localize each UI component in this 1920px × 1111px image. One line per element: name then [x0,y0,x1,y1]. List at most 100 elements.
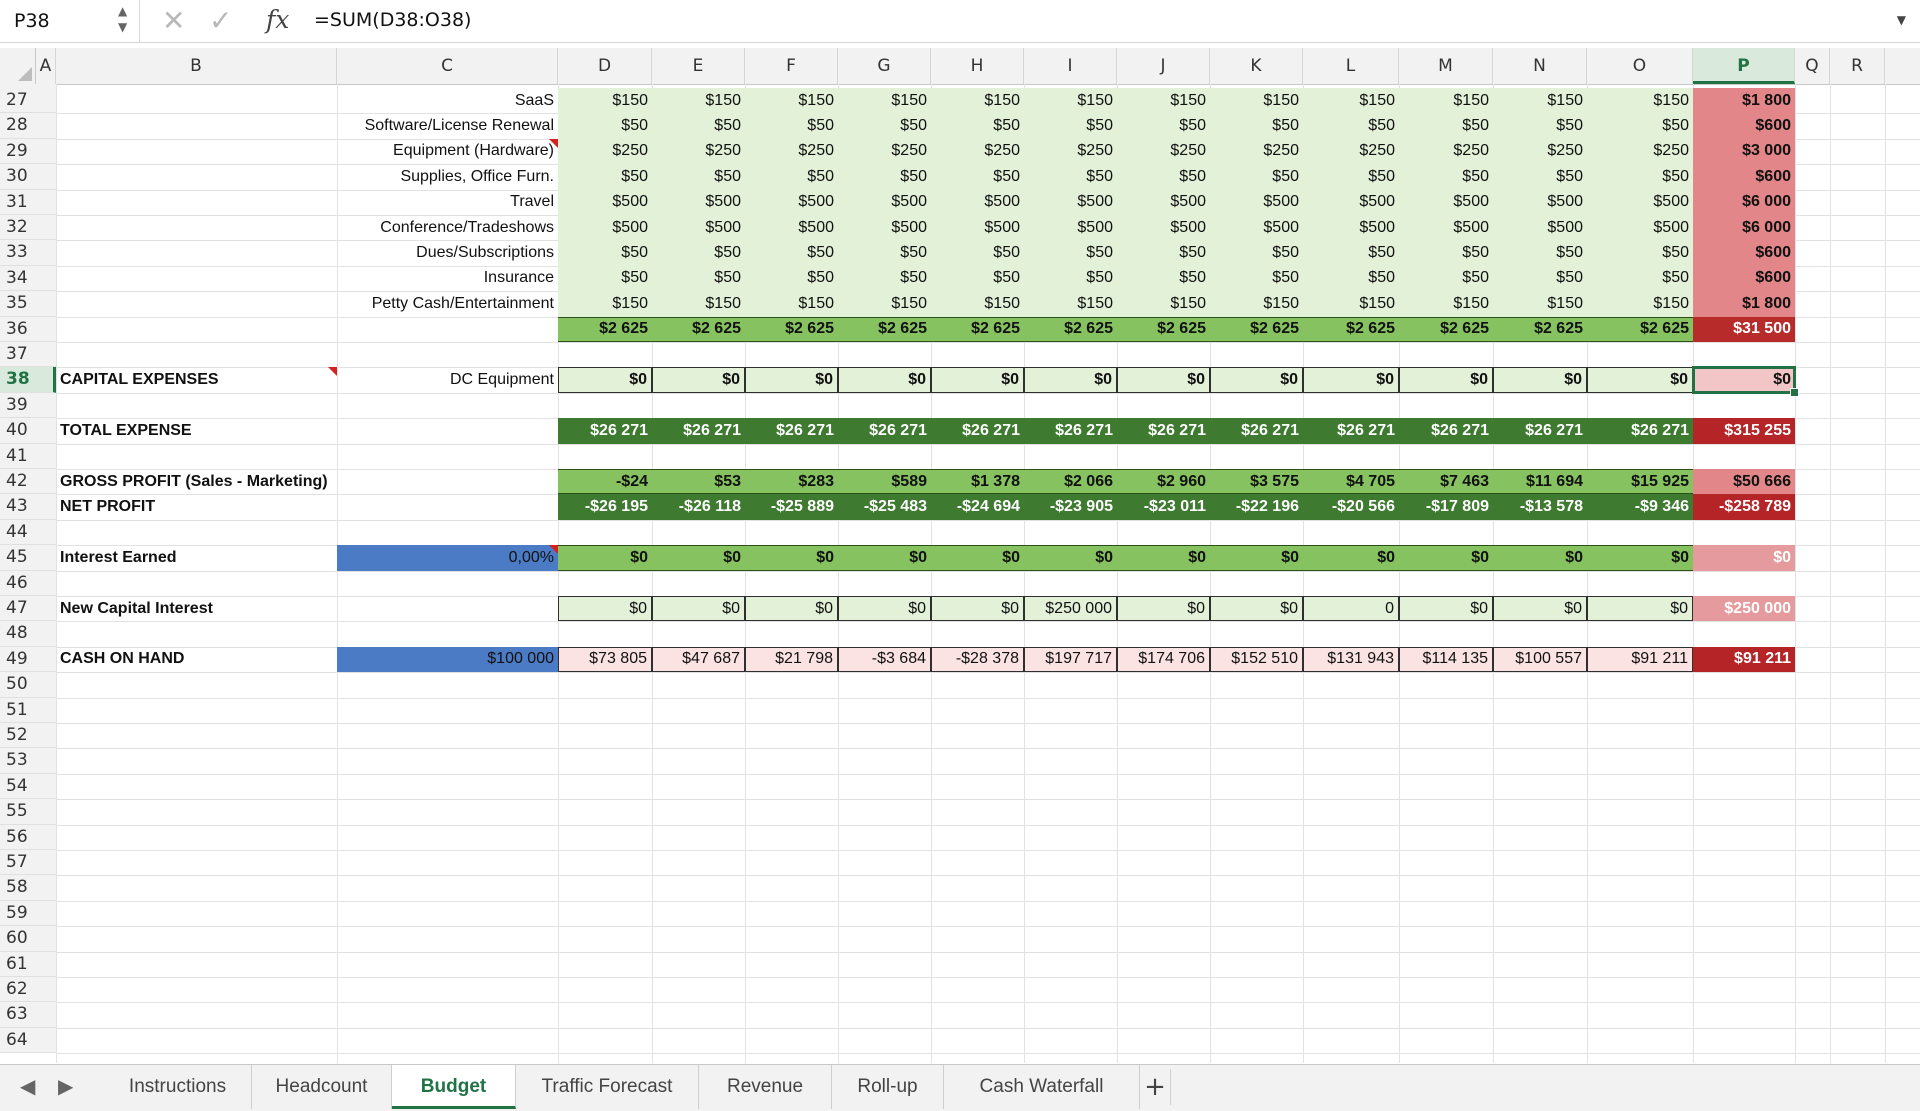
subtotal-cell[interactable]: $2 625 [1587,316,1693,342]
gross-profit-cell[interactable]: $4 705 [1303,469,1399,495]
value-cell[interactable]: $150 [745,88,838,114]
row-header-31[interactable]: 31 [0,190,56,215]
row-header-62[interactable]: 62 [0,977,56,1003]
capital-cell[interactable]: $0 [931,367,1024,393]
value-cell[interactable]: $500 [931,189,1024,215]
value-cell[interactable]: $50 [1024,240,1117,266]
subtotal-cell[interactable]: $2 625 [1493,316,1587,342]
value-cell[interactable]: $150 [652,88,745,114]
value-cell[interactable]: $150 [1493,291,1587,317]
row-header-55[interactable]: 55 [0,799,56,825]
net-profit-cell[interactable]: -$23 905 [1024,494,1117,520]
column-header-i[interactable]: I [1024,48,1117,84]
starting-cash-input[interactable]: $100 000 [337,646,558,673]
value-cell[interactable]: $500 [1210,189,1303,215]
interest-cell[interactable]: $0 [838,545,931,571]
cash-total-cell[interactable]: $91 211 [1693,646,1795,673]
column-header-j[interactable]: J [1117,48,1210,84]
total-cell[interactable]: $1 800 [1693,88,1795,114]
value-cell[interactable]: $50 [558,113,652,139]
interest-cell[interactable]: $0 [558,545,652,571]
value-cell[interactable]: $50 [1587,240,1693,266]
total-expense-cell[interactable]: $26 271 [1303,418,1399,444]
value-cell[interactable]: $50 [931,240,1024,266]
new-capital-cell[interactable]: $0 [652,596,745,622]
row-header-34[interactable]: 34 [0,266,56,292]
interest-cell[interactable]: $0 [1210,545,1303,571]
value-cell[interactable]: $50 [1024,265,1117,292]
value-cell[interactable]: $500 [745,189,838,215]
total-expense-label[interactable]: TOTAL EXPENSE [56,418,337,443]
value-cell[interactable]: $50 [1303,113,1399,139]
value-cell[interactable]: $50 [652,164,745,190]
value-cell[interactable]: $250 [1117,138,1210,165]
cash-cell[interactable]: $73 805 [558,646,652,673]
column-header-p[interactable]: P [1693,48,1795,84]
value-cell[interactable]: $250 [838,138,931,165]
value-cell[interactable]: $50 [838,164,931,190]
total-cell[interactable]: $6 000 [1693,215,1795,241]
row-header-54[interactable]: 54 [0,774,56,800]
row-label-cell[interactable]: Dues/Subscriptions [337,240,558,265]
column-header-b[interactable]: B [56,48,337,84]
column-header-n[interactable]: N [1493,48,1587,84]
gross-profit-cell[interactable]: $2 960 [1117,469,1210,495]
cash-cell[interactable]: -$28 378 [931,646,1024,673]
value-cell[interactable]: $50 [745,265,838,292]
row-header-38[interactable]: 38 [0,367,56,393]
value-cell[interactable]: $50 [1210,240,1303,266]
row-header-33[interactable]: 33 [0,240,56,266]
value-cell[interactable]: $50 [1303,164,1399,190]
value-cell[interactable]: $500 [745,215,838,241]
value-cell[interactable]: $250 [1587,138,1693,165]
tab-next-icon[interactable]: ▶ [58,1074,73,1098]
row-header-45[interactable]: 45 [0,545,56,571]
tab-budget[interactable]: Budget [392,1065,516,1109]
value-cell[interactable]: $50 [652,240,745,266]
total-expense-cell[interactable]: $26 271 [652,418,745,444]
subtotal-cell[interactable]: $2 625 [1024,316,1117,342]
row-header-50[interactable]: 50 [0,672,56,698]
value-cell[interactable]: $50 [1399,164,1493,190]
column-header-l[interactable]: L [1303,48,1399,84]
formula-input[interactable]: =SUM(D38:O38) [314,9,471,31]
total-cell[interactable]: $6 000 [1693,189,1795,215]
column-header-d[interactable]: D [558,48,652,84]
row-header-32[interactable]: 32 [0,215,56,241]
new-capital-cell[interactable]: 0 [1303,596,1399,622]
net-profit-cell[interactable]: -$22 196 [1210,494,1303,520]
capital-cell[interactable]: $0 [838,367,931,393]
value-cell[interactable]: $50 [838,240,931,266]
subtotal-cell[interactable]: $2 625 [652,316,745,342]
new-capital-cell[interactable]: $0 [1399,596,1493,622]
total-expense-cell[interactable]: $26 271 [1399,418,1493,444]
row-header-52[interactable]: 52 [0,723,56,749]
value-cell[interactable]: $50 [745,164,838,190]
value-cell[interactable]: $50 [1587,164,1693,190]
value-cell[interactable]: $50 [1587,265,1693,292]
value-cell[interactable]: $50 [931,164,1024,190]
row-header-37[interactable]: 37 [0,342,56,368]
column-header-o[interactable]: O [1587,48,1693,84]
interest-rate-input[interactable]: 0,00% [337,545,558,571]
row-label-cell[interactable]: Travel [337,190,558,215]
value-cell[interactable]: $500 [1024,215,1117,241]
selected-cell-outline[interactable] [1692,366,1796,394]
net-profit-total-cell[interactable]: -$258 789 [1693,494,1795,520]
value-cell[interactable]: $150 [838,88,931,114]
subtotal-cell[interactable]: $2 625 [931,316,1024,342]
value-cell[interactable]: $150 [1399,88,1493,114]
new-capital-total-cell[interactable]: $250 000 [1693,596,1795,622]
interest-cell[interactable]: $0 [1303,545,1399,571]
interest-cell[interactable]: $0 [652,545,745,571]
name-box-value[interactable]: P38 [14,10,50,32]
value-cell[interactable]: $500 [838,215,931,241]
capital-cell[interactable]: $0 [1493,367,1587,393]
value-cell[interactable]: $250 [1399,138,1493,165]
value-cell[interactable]: $50 [1399,265,1493,292]
value-cell[interactable]: $50 [1210,113,1303,139]
cash-cell[interactable]: $21 798 [745,646,838,673]
total-expense-cell[interactable]: $26 271 [1493,418,1587,444]
value-cell[interactable]: $500 [1493,215,1587,241]
new-capital-label[interactable]: New Capital Interest [56,596,337,621]
